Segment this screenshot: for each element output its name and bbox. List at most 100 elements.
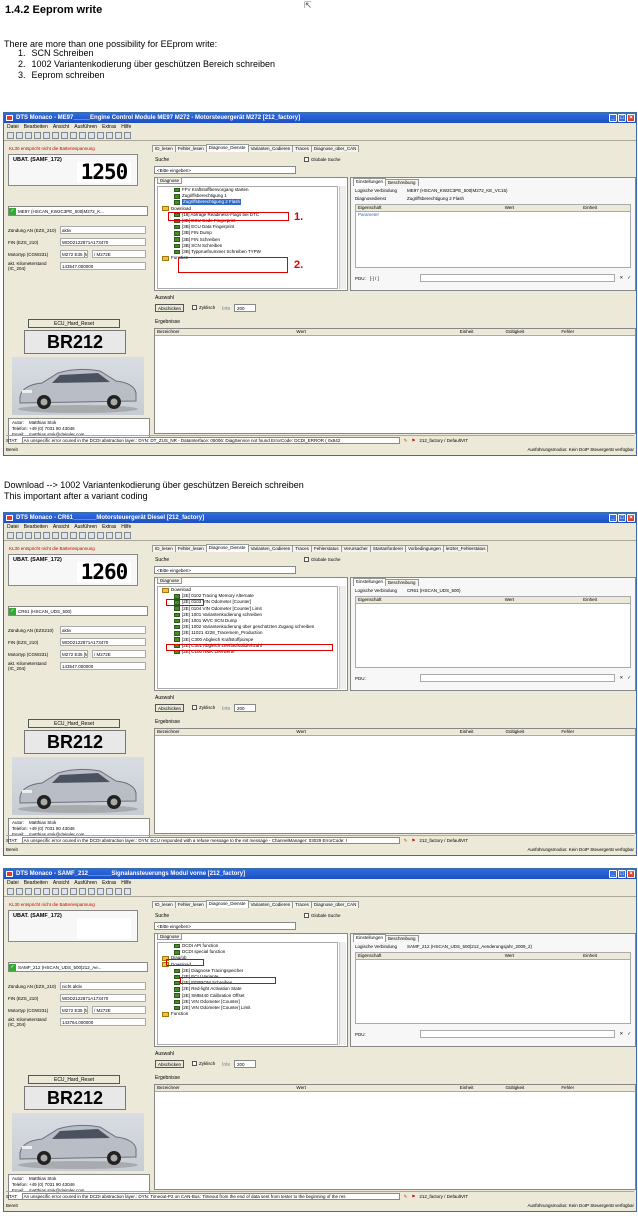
zyklisch-checkbox[interactable]: Zyklisch — [192, 705, 215, 710]
tab-diagnose-dienste[interactable]: Diagnose_Dienste — [205, 144, 249, 152]
menu-item[interactable]: Hilfe — [121, 880, 131, 886]
window-icon[interactable] — [106, 132, 113, 139]
copy-icon[interactable] — [52, 888, 59, 895]
tab-diagnose-dienste[interactable]: Diagnose_Dienste — [205, 544, 249, 552]
tree-tab-diagnose[interactable]: Diagnose — [157, 933, 183, 940]
tab-diagnose-ber-can[interactable]: Diagnose_über_CAN — [310, 145, 360, 152]
open-icon[interactable] — [16, 132, 23, 139]
save-icon[interactable] — [25, 888, 32, 895]
checkbox-icon[interactable] — [192, 305, 197, 310]
tab-fehlerstatus[interactable]: Fehlerstatus — [310, 545, 342, 552]
interval-input[interactable]: 200 — [234, 304, 256, 312]
ecu-selector[interactable]: ✓ ME97 (HSCAN_KW2C3PE_500|M272_K... — [8, 206, 148, 216]
print-icon[interactable] — [34, 888, 41, 895]
checkbox-icon[interactable] — [192, 705, 197, 710]
settings-icon[interactable] — [115, 132, 122, 139]
maximize-icon[interactable]: □ — [618, 114, 626, 122]
tab-id-lesen[interactable]: ID_lesen — [152, 901, 176, 908]
cut-icon[interactable] — [43, 532, 50, 539]
confirm-icon[interactable]: ✓ — [627, 275, 631, 281]
checkbox-icon[interactable] — [304, 557, 309, 562]
cancel-icon[interactable]: ✕ — [619, 275, 623, 281]
tab-einstellungen[interactable]: Einstellungen — [353, 934, 387, 942]
undo-icon[interactable] — [79, 132, 86, 139]
tab-traces[interactable]: Traces — [292, 545, 312, 552]
undo-icon[interactable] — [79, 888, 86, 895]
flag-icon[interactable]: ⚑ — [411, 436, 415, 445]
abschicken-button[interactable]: Abschicken — [155, 304, 185, 312]
menu-item[interactable]: Bearbeiten — [24, 124, 48, 130]
tab-fehler-lesen[interactable]: Fehler_lesen — [174, 145, 207, 152]
maximize-icon[interactable]: □ — [618, 870, 626, 878]
new-icon[interactable] — [7, 132, 14, 139]
copy-icon[interactable] — [52, 532, 59, 539]
tab-diagnose-dienste[interactable]: Diagnose_Dienste — [205, 900, 249, 908]
pdu-input[interactable] — [419, 1030, 616, 1038]
tab-fehler-lesen[interactable]: Fehler_lesen — [174, 545, 207, 552]
tab-beschreibung[interactable]: Beschreibung — [385, 935, 419, 942]
menu-item[interactable]: Ansicht — [53, 524, 69, 530]
zyklisch-checkbox[interactable]: Zyklisch — [192, 305, 215, 310]
tab-startanforderer[interactable]: Startanforderer — [369, 545, 407, 552]
window-icon[interactable] — [106, 532, 113, 539]
menu-item[interactable]: Hilfe — [121, 124, 131, 130]
grid-icon[interactable] — [97, 532, 104, 539]
tree-item[interactable]: Function — [158, 1011, 337, 1017]
tab-id-lesen[interactable]: ID_lesen — [152, 545, 176, 552]
settings-icon[interactable] — [115, 888, 122, 895]
menu-item[interactable]: Bearbeiten — [24, 880, 48, 886]
ecu-hard-reset-button[interactable]: ECU_Hard_Reset — [28, 1075, 120, 1084]
cancel-icon[interactable]: ✕ — [619, 1031, 623, 1037]
delete-icon[interactable] — [70, 132, 77, 139]
menu-item[interactable]: Datei — [7, 524, 19, 530]
global-search-checkbox[interactable]: Globale Suche — [304, 557, 341, 562]
global-search-checkbox[interactable]: Globale Suche — [304, 913, 341, 918]
checkbox-icon[interactable] — [192, 1061, 197, 1066]
close-icon[interactable]: × — [627, 114, 635, 122]
tab-traces[interactable]: Traces — [292, 145, 312, 152]
open-icon[interactable] — [16, 532, 23, 539]
view-icon[interactable] — [88, 132, 95, 139]
abschicken-button[interactable]: Abschicken — [155, 1060, 185, 1068]
ecu-selector[interactable]: ✓ CR61 (HSCAN_UDS_500) — [8, 606, 148, 616]
menu-item[interactable]: Ansicht — [53, 124, 69, 130]
paste-icon[interactable] — [61, 132, 68, 139]
tab-vorbedingungen[interactable]: Vorbedingungen — [405, 545, 444, 552]
delete-icon[interactable] — [70, 532, 77, 539]
tab-beschreibung[interactable]: Beschreibung — [385, 179, 419, 186]
tree-item[interactable]: [2E] 1002 Variantenkodierung über geschü… — [158, 624, 337, 630]
print-icon[interactable] — [34, 532, 41, 539]
ecu-hard-reset-button[interactable]: ECU_Hard_Reset — [28, 719, 120, 728]
print-icon[interactable] — [34, 132, 41, 139]
tab-varianten-codieren[interactable]: Varianten_Codieren — [247, 545, 294, 552]
confirm-icon[interactable]: ✓ — [627, 1031, 631, 1037]
tab-varianten-codieren[interactable]: Varianten_Codieren — [247, 901, 294, 908]
pdu-input[interactable] — [419, 274, 616, 282]
flag-icon[interactable]: ⚑ — [411, 1192, 415, 1201]
save-icon[interactable] — [25, 132, 32, 139]
menu-item[interactable]: Ausführen — [74, 124, 97, 130]
tab-varianten-codieren[interactable]: Varianten_Codieren — [247, 145, 294, 152]
help-icon[interactable] — [124, 532, 131, 539]
ecu-selector[interactable]: ✓ SAMF_212 (HSCAN_UDS_500|212_Ae... — [8, 962, 148, 972]
abschicken-button[interactable]: Abschicken — [155, 704, 185, 712]
grid-icon[interactable] — [97, 132, 104, 139]
tree-tab-diagnose[interactable]: Diagnose — [157, 577, 183, 584]
parameter-link[interactable]: Parameter — [356, 212, 630, 217]
checkbox-icon[interactable] — [304, 913, 309, 918]
grid-icon[interactable] — [97, 888, 104, 895]
paste-icon[interactable] — [61, 532, 68, 539]
menu-item[interactable]: Extras — [102, 880, 116, 886]
settings-icon[interactable] — [115, 532, 122, 539]
minimize-icon[interactable]: _ — [609, 114, 617, 122]
ecu-hard-reset-button[interactable]: ECU_Hard_Reset — [28, 319, 120, 328]
tree-scrollbar[interactable] — [339, 942, 346, 1045]
tree-scrollbar[interactable] — [339, 586, 346, 689]
cancel-icon[interactable]: ✕ — [619, 675, 623, 681]
open-icon[interactable] — [16, 888, 23, 895]
menu-item[interactable]: Datei — [7, 124, 19, 130]
checkbox-icon[interactable] — [304, 157, 309, 162]
confirm-icon[interactable]: ✓ — [627, 675, 631, 681]
interval-input[interactable]: 200 — [234, 704, 256, 712]
close-icon[interactable]: × — [627, 870, 635, 878]
